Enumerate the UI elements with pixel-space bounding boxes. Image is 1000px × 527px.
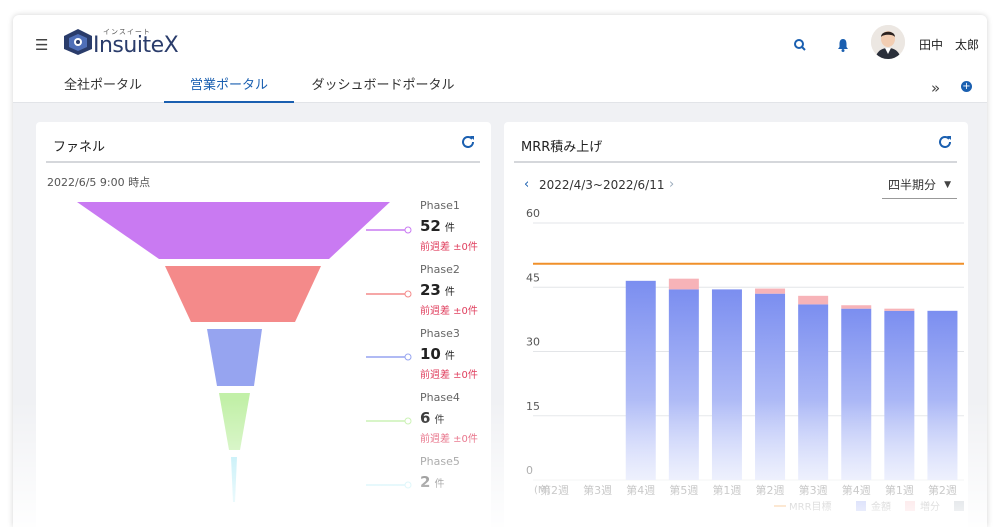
bar-amount	[798, 304, 829, 480]
phase-count: 2件	[420, 473, 445, 491]
x-tick-label: 第5週	[669, 483, 698, 497]
app-window: ☰ インスイート InsuiteX 田中 太郎 全社ポータル 営業ポータル ダッ…	[13, 15, 987, 527]
phase-name: Phase1	[420, 199, 460, 212]
header: ☰ インスイート InsuiteX 田中 太郎 全社ポータル 営業ポータル ダッ…	[13, 15, 987, 103]
bar-increase	[884, 308, 915, 311]
bar-amount	[668, 289, 699, 480]
phase-diff: 前週差 ±0件	[420, 434, 478, 445]
phase-count: 6件	[420, 409, 445, 427]
phase-diff: 前週差 ±0件	[420, 370, 478, 381]
bar-amount	[927, 310, 958, 480]
user-name[interactable]: 田中 太郎	[919, 36, 979, 53]
y-tick-label: 60	[526, 207, 540, 220]
x-tick-label: 第2週	[928, 483, 957, 497]
funnel-segment-phase3	[207, 329, 262, 386]
phase-name: Phase5	[420, 455, 460, 468]
mrr-panel: MRR積み上げ ‹ 2022/4/3~2022/6/11 › 四半期分 ▼ 0 15…	[504, 122, 968, 527]
bar-amount	[755, 293, 786, 480]
phase-count: 23 件	[420, 281, 455, 299]
bar-increase	[798, 295, 829, 305]
y-tick-label: 0	[526, 464, 533, 477]
phase-name: Phase2	[420, 263, 460, 276]
legend-label: MRR目標	[789, 500, 832, 513]
bar-amount	[841, 308, 872, 480]
y-tick-label: 45	[526, 271, 540, 284]
legend-swatch	[856, 501, 866, 511]
legend-swatch	[954, 501, 964, 511]
x-tick-label: 第3週	[799, 483, 828, 497]
menu-icon[interactable]: ☰	[35, 36, 48, 54]
y-tick-label: 30	[526, 336, 540, 349]
bar-amount	[711, 289, 742, 480]
tab-dashboard-portal[interactable]: ダッシュボードポータル	[298, 71, 468, 103]
bell-icon[interactable]	[835, 37, 851, 53]
search-icon[interactable]	[792, 37, 808, 53]
bar-increase	[668, 278, 699, 290]
phase-diff: 前週差 ±0件	[420, 306, 478, 317]
x-tick-label: 第2週	[756, 483, 785, 497]
y-tick-label: 15	[526, 400, 540, 413]
more-tabs-icon[interactable]: »	[931, 79, 940, 97]
phase-count: 52 件	[420, 217, 455, 235]
add-tab-icon[interactable]: +	[961, 81, 972, 92]
x-tick-label: 第1週	[712, 483, 741, 497]
x-tick-label: 第3週	[583, 483, 612, 497]
x-tick-label: 第1週	[885, 483, 914, 497]
phase-name: Phase3	[420, 327, 460, 340]
x-tick-label: 第4週	[626, 483, 655, 497]
funnel-segment-phase1	[77, 202, 390, 259]
funnel-segment-phase5	[231, 457, 237, 502]
bar-increase	[755, 288, 786, 294]
tab-sales-portal[interactable]: 営業ポータル	[164, 71, 294, 103]
x-tick-label: 第4週	[842, 483, 871, 497]
bar-increase	[841, 305, 872, 309]
bar-amount	[625, 280, 656, 480]
funnel-segment-phase4	[219, 393, 250, 450]
avatar[interactable]	[871, 25, 905, 59]
legend-label: 増分	[920, 500, 940, 513]
funnel-segment-phase2	[165, 266, 321, 322]
mrr-chart: 015304560(M)第2週 第3週 第4週 第5週 第1週 第2週 第3週 第4週 第1週第…	[526, 207, 964, 513]
x-tick-label: 第2週	[540, 483, 569, 497]
legend-label: 金額	[871, 500, 891, 513]
phase-diff: 前週差 ±0件	[420, 242, 478, 253]
brand-name: InsuiteX	[93, 33, 179, 58]
phase-name: Phase4	[420, 391, 460, 404]
bar-amount	[884, 310, 915, 480]
tab-company-portal[interactable]: 全社ポータル	[43, 71, 163, 103]
logo-icon	[64, 29, 92, 55]
funnel-panel: ファネル 2022/6/5 9:00 時点 Phase1 52 件 前週差 ±0件…	[36, 122, 491, 527]
phase-count: 10 件	[420, 345, 455, 363]
legend-swatch	[905, 501, 915, 511]
